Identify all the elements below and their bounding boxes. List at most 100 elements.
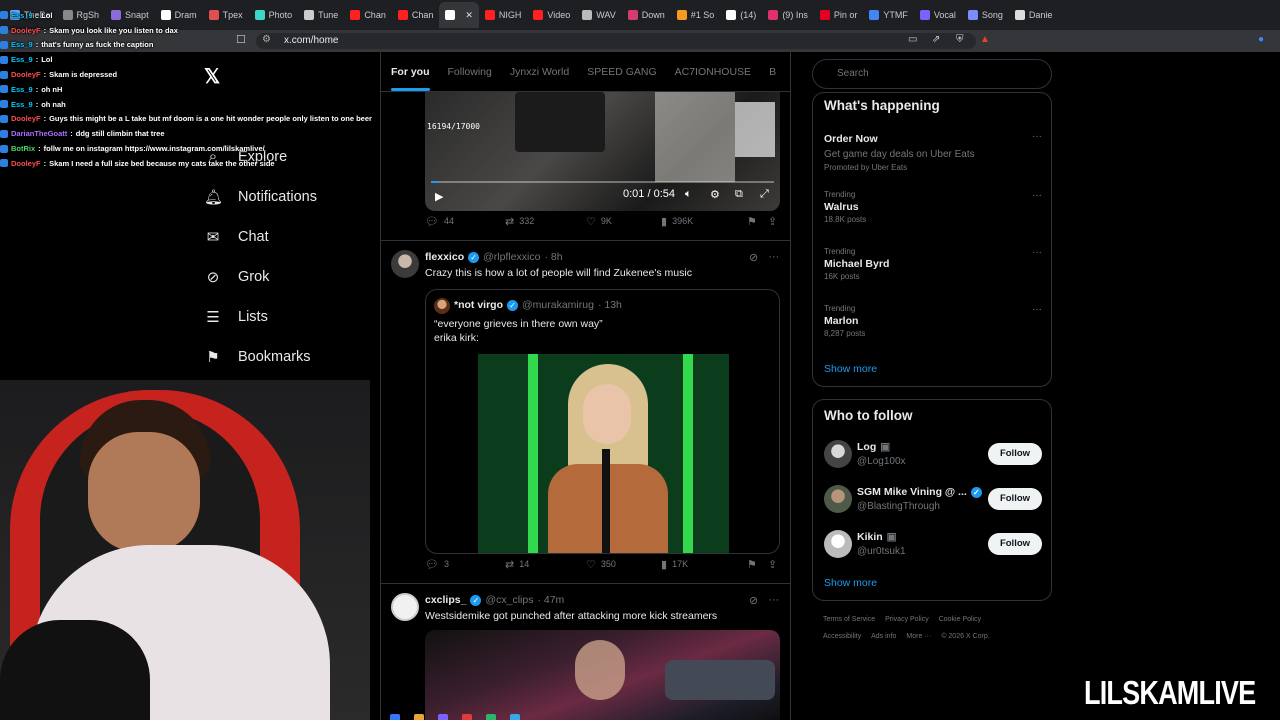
reply-button[interactable]: 💬︎ 3 xyxy=(425,558,449,571)
nav-item-notifications[interactable]: 🔔︎ Notifications xyxy=(204,188,317,206)
chat-username[interactable]: DooleyF xyxy=(11,159,41,168)
browser-tab[interactable]: #1 So xyxy=(671,2,721,28)
trend-item[interactable]: Trending Marlon 8,287 posts ··· xyxy=(824,304,1042,338)
avatar[interactable] xyxy=(824,440,852,468)
author-handle[interactable]: @rlpflexxico xyxy=(483,251,540,263)
taskbar-app-icon[interactable] xyxy=(438,714,448,720)
chat-username[interactable]: DooleyF xyxy=(11,70,41,79)
more-options-icon[interactable]: ··· xyxy=(1032,247,1042,258)
follow-suggestion-row[interactable]: Log ▣ @Log100x Follow xyxy=(824,440,1042,472)
taskbar-app-icon[interactable] xyxy=(462,714,472,720)
share-button[interactable]: ⇪ xyxy=(768,215,777,228)
follow-suggestion-row[interactable]: SGM Mike Vining @ ... ✓ @BlastingThrough Fo… xyxy=(824,485,1042,517)
browser-tab[interactable]: Song xyxy=(962,2,1009,28)
follow-suggestion-row[interactable]: Kikin ▣ @ur0tsuk1 Follow xyxy=(824,530,1042,562)
nav-item-lists[interactable]: ☰ Lists xyxy=(204,308,268,326)
close-tab-icon[interactable]: ✕ xyxy=(465,10,473,21)
show-more-link[interactable]: Show more xyxy=(824,363,877,375)
chat-username[interactable]: Ess_9 xyxy=(11,85,33,94)
chat-username[interactable]: Ess_9 xyxy=(11,11,33,20)
post-video-thumbnail[interactable] xyxy=(425,630,780,720)
shield-icon[interactable]: ⛨ xyxy=(956,34,964,45)
like-button[interactable]: ♡ 9K xyxy=(586,215,612,228)
share-button[interactable]: ⇪ xyxy=(768,558,777,571)
footer-link[interactable]: More ··· xyxy=(906,633,931,640)
account-name[interactable]: Log ▣ xyxy=(857,441,890,453)
author-name[interactable]: flexxico xyxy=(425,251,464,263)
chat-username[interactable]: Ess_9 xyxy=(11,100,33,109)
nav-item-chat[interactable]: ✉ Chat xyxy=(204,228,269,246)
more-options-icon[interactable]: ··· xyxy=(1032,190,1042,201)
footer-link[interactable]: Terms of Service xyxy=(823,616,875,623)
browser-tab[interactable]: (9) Ins xyxy=(762,2,814,28)
follow-button[interactable]: Follow xyxy=(988,443,1042,465)
account-name[interactable]: Kikin ▣ xyxy=(857,531,897,543)
timeline-tab[interactable]: B xyxy=(769,66,776,78)
avatar[interactable] xyxy=(391,250,419,278)
footer-link[interactable]: © 2026 X Corp. xyxy=(941,633,989,640)
timeline-tab[interactable]: Following xyxy=(448,66,492,78)
repost-button[interactable]: ⇄ 332 xyxy=(505,215,534,228)
browser-tab[interactable]: YTMF xyxy=(863,2,914,28)
browser-tab[interactable]: (14) xyxy=(720,2,762,28)
extension-icon[interactable]: ● xyxy=(1258,34,1264,45)
follow-button[interactable]: Follow xyxy=(988,488,1042,510)
browser-tab[interactable]: NIGH xyxy=(479,2,528,28)
timeline-tab[interactable]: SPEED GANG xyxy=(587,66,656,78)
play-icon[interactable]: ▶ xyxy=(435,190,443,203)
bookmark-button[interactable]: ⚑ xyxy=(747,558,757,571)
chat-username[interactable]: Ess_9 xyxy=(11,40,33,49)
grok-explain-icon[interactable]: ⊘ xyxy=(749,594,758,607)
browser-tab[interactable]: Chan xyxy=(392,2,440,28)
chat-username[interactable]: Ess_9 xyxy=(11,55,33,64)
brave-rewards-icon[interactable]: ▲ xyxy=(980,34,990,45)
timeline-tab[interactable]: AC7IONHOUSE xyxy=(675,66,751,78)
more-options-icon[interactable]: ··· xyxy=(1032,131,1042,142)
taskbar-app-icon[interactable] xyxy=(390,714,400,720)
browser-tab[interactable]: ✕ xyxy=(439,2,479,28)
cast-icon[interactable]: ▭ xyxy=(908,34,917,45)
chat-username[interactable]: BotRix xyxy=(11,144,35,153)
footer-link[interactable]: Ads info xyxy=(871,633,896,640)
search-input[interactable]: Search xyxy=(812,59,1052,89)
chat-username[interactable]: DooleyF xyxy=(11,114,41,123)
views-button[interactable]: ▮ 396K xyxy=(661,215,693,228)
author-name[interactable]: cxclips_ xyxy=(425,594,466,606)
like-button[interactable]: ♡ 350 xyxy=(586,558,616,571)
author-handle[interactable]: @cx_clips xyxy=(485,594,533,606)
volume-icon[interactable]: 🔈︎ xyxy=(685,188,692,201)
more-options-icon[interactable]: ··· xyxy=(768,594,779,607)
trend-item[interactable]: Trending Michael Byrd 16K posts ··· xyxy=(824,247,1042,281)
taskbar-app-icon[interactable] xyxy=(414,714,424,720)
share-icon[interactable]: ⇗ xyxy=(932,34,940,45)
follow-button[interactable]: Follow xyxy=(988,533,1042,555)
show-more-link[interactable]: Show more xyxy=(824,577,877,589)
grok-explain-icon[interactable]: ⊘ xyxy=(749,251,758,264)
more-options-icon[interactable]: ··· xyxy=(768,251,779,264)
browser-tab[interactable]: Danie xyxy=(1009,2,1059,28)
chat-username[interactable]: DarianTheGoatt xyxy=(11,129,67,138)
promo-item[interactable]: Order Now Get game day deals on Uber Eat… xyxy=(824,131,1042,172)
bookmark-button[interactable]: ⚑ xyxy=(747,215,757,228)
chat-username[interactable]: DooleyF xyxy=(11,26,41,35)
fullscreen-icon[interactable]: ⤢ xyxy=(760,188,769,201)
browser-tab[interactable]: Down xyxy=(622,2,671,28)
pip-icon[interactable]: ⧉ xyxy=(735,188,743,201)
video-progress-bar[interactable] xyxy=(431,181,774,183)
more-options-icon[interactable]: ··· xyxy=(1032,304,1042,315)
avatar[interactable] xyxy=(824,530,852,558)
taskbar-app-icon[interactable] xyxy=(486,714,496,720)
browser-tab[interactable]: WAV xyxy=(576,2,622,28)
views-button[interactable]: ▮ 17K xyxy=(661,558,688,571)
nav-item-bookmarks[interactable]: ⚑ Bookmarks xyxy=(204,348,310,366)
timeline-tab[interactable]: For you xyxy=(391,66,430,91)
reply-button[interactable]: 💬︎ 44 xyxy=(425,215,454,228)
settings-icon[interactable]: ⚙ xyxy=(710,188,720,201)
browser-tab[interactable]: Pin or xyxy=(814,2,864,28)
taskbar-app-icon[interactable] xyxy=(510,714,520,720)
nav-item-grok[interactable]: ⊘ Grok xyxy=(204,268,270,286)
video-player[interactable]: 16194/17000 ▶ 0:01 / 0:54 🔈︎ ⚙ ⧉ ⤢ xyxy=(425,92,780,211)
footer-link[interactable]: Cookie Policy xyxy=(939,616,981,623)
avatar[interactable] xyxy=(824,485,852,513)
browser-tab[interactable]: Video xyxy=(527,2,576,28)
